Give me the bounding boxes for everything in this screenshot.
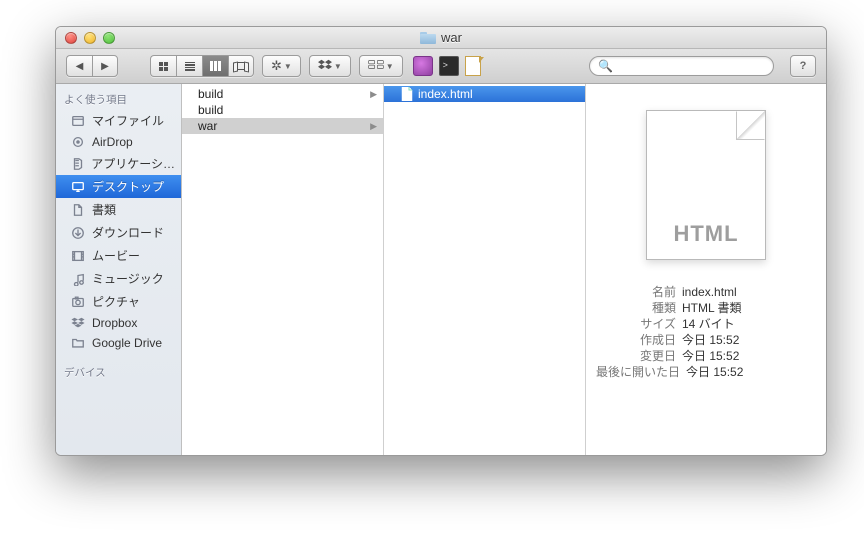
search-input[interactable] — [618, 59, 765, 73]
search-icon: 🔍 — [598, 59, 613, 73]
chevron-right-icon: ▶ — [370, 89, 377, 100]
view-columns-button[interactable] — [202, 55, 228, 77]
folder-icon — [420, 32, 436, 44]
meta-key: 最後に開いた日 — [596, 364, 686, 380]
terminal-icon[interactable] — [439, 56, 459, 76]
music-icon — [70, 272, 86, 286]
titlebar: war — [56, 27, 826, 49]
meta-key: 変更日 — [596, 348, 682, 364]
view-icons-button[interactable] — [150, 55, 176, 77]
sidebar-header-favorites: よく使う項目 — [56, 88, 181, 109]
quicklook-icon — [368, 59, 384, 73]
list-item[interactable]: index.html — [384, 86, 585, 102]
folder-icon — [70, 336, 86, 350]
meta-key: 名前 — [596, 284, 682, 300]
column-browser: build ▶ build war ▶ index.html — [182, 84, 826, 455]
preview-metadata: 名前index.html 種類HTML 書類 サイズ14 バイト 作成日今日 1… — [586, 284, 826, 380]
view-coverflow-button[interactable] — [228, 55, 254, 77]
documents-icon — [70, 203, 86, 217]
forward-button[interactable]: ▶ — [92, 55, 118, 77]
list-item[interactable]: war ▶ — [182, 118, 383, 134]
meta-key: 作成日 — [596, 332, 682, 348]
airdrop-icon — [70, 135, 86, 149]
html-file-icon — [400, 87, 414, 101]
sidebar-item-googledrive[interactable]: Google Drive — [56, 333, 181, 353]
nav-buttons: ◀ ▶ — [66, 55, 118, 77]
arrange-menu-button[interactable]: ▼ — [359, 55, 403, 77]
sidebar-item-desktop[interactable]: デスクトップ — [56, 175, 181, 198]
help-button[interactable]: ? — [790, 55, 816, 77]
list-item[interactable]: build ▶ — [182, 86, 383, 102]
preview-pane: HTML 名前index.html 種類HTML 書類 サイズ14 バイト 作成… — [586, 84, 826, 455]
sidebar-item-label: Dropbox — [92, 316, 137, 330]
column-1: build ▶ build war ▶ — [182, 84, 384, 455]
column-2: index.html — [384, 84, 586, 455]
preview-thumbnail[interactable]: HTML — [646, 110, 766, 260]
sidebar-item-label: AirDrop — [92, 135, 133, 149]
sidebar-item-label: Google Drive — [92, 336, 162, 350]
view-mode-buttons — [150, 55, 254, 77]
sidebar-item-label: ピクチャ — [92, 293, 140, 310]
document-app-icon[interactable] — [465, 56, 481, 76]
sidebar: よく使う項目 マイファイル AirDrop アプリケーシ… デスクトップ 書類 — [56, 84, 182, 455]
sidebar-item-label: 書類 — [92, 201, 116, 218]
gear-icon: ✲ — [271, 58, 282, 74]
sidebar-item-label: ミュージック — [92, 270, 164, 287]
search-field[interactable]: 🔍 — [589, 56, 774, 76]
desktop-icon — [70, 180, 86, 194]
list-item-label: index.html — [418, 87, 473, 101]
movies-icon — [70, 249, 86, 263]
sidebar-item-label: ムービー — [92, 247, 140, 264]
toolbar: ◀ ▶ ✲▼ ▼ ▼ 🔍 — [56, 49, 826, 84]
page-fold-icon — [737, 111, 765, 139]
meta-value: index.html — [682, 284, 816, 300]
list-item-label: build — [198, 87, 223, 101]
dropbox-toolbar-button[interactable]: ▼ — [309, 55, 351, 77]
sidebar-item-documents[interactable]: 書類 — [56, 198, 181, 221]
action-menu-button[interactable]: ✲▼ — [262, 55, 301, 77]
list-item-label: war — [198, 119, 217, 133]
downloads-icon — [70, 226, 86, 240]
pixelmator-icon[interactable] — [413, 56, 433, 76]
meta-key: サイズ — [596, 316, 682, 332]
chevron-right-icon: ▶ — [370, 121, 377, 132]
dropbox-icon — [70, 316, 86, 330]
meta-value: 今日 15:52 — [682, 332, 816, 348]
sidebar-item-downloads[interactable]: ダウンロード — [56, 221, 181, 244]
sidebar-item-myfiles[interactable]: マイファイル — [56, 109, 181, 132]
close-button[interactable] — [65, 32, 77, 44]
sidebar-header-devices: デバイス — [56, 361, 181, 382]
meta-value: 今日 15:52 — [686, 364, 816, 380]
sidebar-item-label: マイファイル — [92, 112, 164, 129]
view-list-button[interactable] — [176, 55, 202, 77]
list-item-label: build — [198, 103, 223, 117]
sidebar-item-music[interactable]: ミュージック — [56, 267, 181, 290]
dropbox-icon — [318, 59, 332, 74]
myfiles-icon — [70, 114, 86, 128]
window-title: war — [441, 30, 462, 45]
sidebar-item-airdrop[interactable]: AirDrop — [56, 132, 181, 152]
sidebar-item-label: ダウンロード — [92, 224, 164, 241]
window-controls — [56, 32, 115, 44]
zoom-button[interactable] — [103, 32, 115, 44]
toolbar-extra-icons — [413, 56, 481, 76]
applications-icon — [70, 157, 85, 171]
meta-key: 種類 — [596, 300, 682, 316]
sidebar-item-applications[interactable]: アプリケーシ… — [56, 152, 181, 175]
pictures-icon — [70, 295, 86, 309]
body: よく使う項目 マイファイル AirDrop アプリケーシ… デスクトップ 書類 — [56, 84, 826, 455]
minimize-button[interactable] — [84, 32, 96, 44]
meta-value: 14 バイト — [682, 316, 816, 332]
meta-value: 今日 15:52 — [682, 348, 816, 364]
meta-value: HTML 書類 — [682, 300, 816, 316]
sidebar-item-movies[interactable]: ムービー — [56, 244, 181, 267]
preview-type-label: HTML — [673, 221, 738, 247]
list-item[interactable]: build — [182, 102, 383, 118]
sidebar-item-label: デスクトップ — [92, 178, 164, 195]
finder-window: war ◀ ▶ ✲▼ ▼ ▼ — [55, 26, 827, 456]
back-button[interactable]: ◀ — [66, 55, 92, 77]
sidebar-item-pictures[interactable]: ピクチャ — [56, 290, 181, 313]
sidebar-item-label: アプリケーシ… — [91, 155, 175, 172]
sidebar-item-dropbox[interactable]: Dropbox — [56, 313, 181, 333]
